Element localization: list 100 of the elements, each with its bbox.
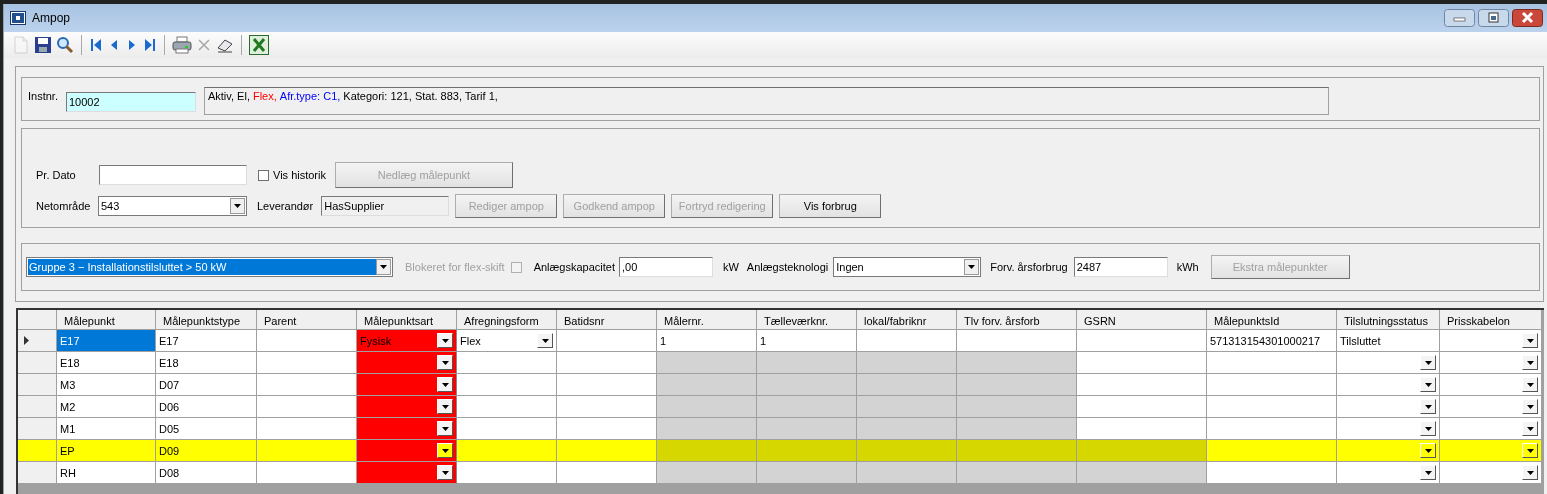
table-cell[interactable] xyxy=(357,396,457,418)
table-cell[interactable] xyxy=(1207,396,1337,418)
table-cell[interactable] xyxy=(357,462,457,484)
history-checkbox[interactable] xyxy=(258,169,269,181)
row-header[interactable] xyxy=(18,330,57,352)
table-cell[interactable] xyxy=(1337,418,1440,440)
excel-icon[interactable] xyxy=(249,35,269,55)
column-header[interactable]: MålepunktsId xyxy=(1207,310,1337,330)
printer-icon[interactable] xyxy=(172,36,192,54)
table-cell[interactable]: E17 xyxy=(57,330,156,352)
table-cell[interactable] xyxy=(557,374,657,396)
save-icon[interactable] xyxy=(34,36,52,54)
column-header[interactable]: Målepunktsart xyxy=(357,310,457,330)
table-cell[interactable] xyxy=(357,374,457,396)
table-cell[interactable] xyxy=(557,396,657,418)
table-cell[interactable] xyxy=(457,374,557,396)
column-header[interactable]: lokal/fabriknr xyxy=(857,310,957,330)
table-cell[interactable] xyxy=(457,352,557,374)
grid-area-dropdown[interactable]: 543 xyxy=(98,196,247,216)
action-button[interactable]: Vis forbrug xyxy=(779,194,882,218)
column-header[interactable]: Målepunktstype xyxy=(156,310,257,330)
table-cell[interactable] xyxy=(957,330,1077,352)
table-cell[interactable] xyxy=(557,330,657,352)
table-cell[interactable]: Fysisk xyxy=(357,330,457,352)
last-record-icon[interactable] xyxy=(143,36,157,54)
technology-dropdown[interactable]: Ingen xyxy=(833,257,982,277)
table-cell[interactable] xyxy=(1077,418,1207,440)
table-cell[interactable] xyxy=(857,330,957,352)
table-cell[interactable] xyxy=(557,440,657,462)
column-header[interactable]: Batidsnr xyxy=(557,310,657,330)
column-header[interactable]: Målernr. xyxy=(657,310,757,330)
group-dropdown[interactable]: Gruppe 3 − Installationstilsluttet > 50 kW xyxy=(26,257,393,277)
table-cell[interactable] xyxy=(257,462,357,484)
table-cell[interactable]: 1 xyxy=(657,330,757,352)
date-field[interactable] xyxy=(99,165,247,185)
table-cell[interactable]: 1 xyxy=(757,330,857,352)
table-cell[interactable]: M3 xyxy=(57,374,156,396)
table-cell[interactable] xyxy=(1440,330,1542,352)
table-cell[interactable] xyxy=(257,374,357,396)
table-cell[interactable] xyxy=(1077,352,1207,374)
installation-number-field[interactable]: 10002 xyxy=(65,92,196,112)
column-header[interactable]: Målepunkt xyxy=(57,310,156,330)
table-cell[interactable] xyxy=(1337,462,1440,484)
table-cell[interactable]: Flex xyxy=(457,330,557,352)
minimize-icon[interactable] xyxy=(1444,9,1475,27)
table-cell[interactable] xyxy=(1440,418,1542,440)
table-cell[interactable]: D08 xyxy=(156,462,257,484)
table-cell[interactable] xyxy=(257,330,357,352)
table-cell[interactable] xyxy=(1207,462,1337,484)
table-cell[interactable] xyxy=(1440,462,1542,484)
table-cell[interactable]: 571313154301000217 xyxy=(1207,330,1337,352)
table-cell[interactable]: D09 xyxy=(156,440,257,462)
maximize-icon[interactable] xyxy=(1478,9,1509,27)
table-cell[interactable]: E18 xyxy=(156,352,257,374)
table-cell[interactable] xyxy=(1207,352,1337,374)
table-cell[interactable]: M1 xyxy=(57,418,156,440)
table-cell[interactable]: E18 xyxy=(57,352,156,374)
table-cell[interactable]: D05 xyxy=(156,418,257,440)
column-header[interactable]: GSRN xyxy=(1077,310,1207,330)
table-cell[interactable] xyxy=(457,396,557,418)
table-cell[interactable] xyxy=(1077,374,1207,396)
consumption-field[interactable]: 2487 xyxy=(1073,257,1168,277)
table-cell[interactable] xyxy=(357,418,457,440)
table-cell[interactable] xyxy=(257,418,357,440)
table-cell[interactable] xyxy=(1440,374,1542,396)
close-icon[interactable] xyxy=(1512,9,1543,27)
column-header[interactable]: Tælleværknr. xyxy=(757,310,857,330)
table-cell[interactable] xyxy=(457,418,557,440)
table-cell[interactable] xyxy=(1337,374,1440,396)
table-cell[interactable] xyxy=(257,396,357,418)
capacity-field[interactable]: ,00 xyxy=(618,257,713,277)
table-cell[interactable] xyxy=(357,352,457,374)
table-cell[interactable] xyxy=(557,418,657,440)
supplier-field[interactable]: HasSupplier xyxy=(321,196,450,216)
table-cell[interactable] xyxy=(257,440,357,462)
table-cell[interactable] xyxy=(1207,418,1337,440)
table-cell[interactable]: E17 xyxy=(156,330,257,352)
table-cell[interactable]: RH xyxy=(57,462,156,484)
table-cell[interactable]: D06 xyxy=(156,396,257,418)
table-cell[interactable]: Tilsluttet xyxy=(1337,330,1440,352)
column-header[interactable]: Tlv forv. årsforb xyxy=(957,310,1077,330)
column-header[interactable]: Prisskabelon xyxy=(1440,310,1542,330)
table-cell[interactable] xyxy=(1337,352,1440,374)
search-icon[interactable] xyxy=(56,36,74,54)
table-cell[interactable] xyxy=(457,462,557,484)
table-cell[interactable] xyxy=(1440,396,1542,418)
table-cell[interactable] xyxy=(1337,440,1440,462)
column-header[interactable]: Parent xyxy=(257,310,357,330)
table-cell[interactable] xyxy=(1440,440,1542,462)
table-cell[interactable]: EP xyxy=(57,440,156,462)
table-cell[interactable] xyxy=(457,440,557,462)
table-cell[interactable]: D07 xyxy=(156,374,257,396)
table-cell[interactable]: M2 xyxy=(57,396,156,418)
column-header[interactable]: Tilslutningsstatus xyxy=(1337,310,1440,330)
table-cell[interactable] xyxy=(1207,374,1337,396)
table-cell[interactable] xyxy=(557,352,657,374)
first-record-icon[interactable] xyxy=(89,36,103,54)
table-cell[interactable] xyxy=(1337,396,1440,418)
table-cell[interactable] xyxy=(357,440,457,462)
table-cell[interactable] xyxy=(1077,330,1207,352)
